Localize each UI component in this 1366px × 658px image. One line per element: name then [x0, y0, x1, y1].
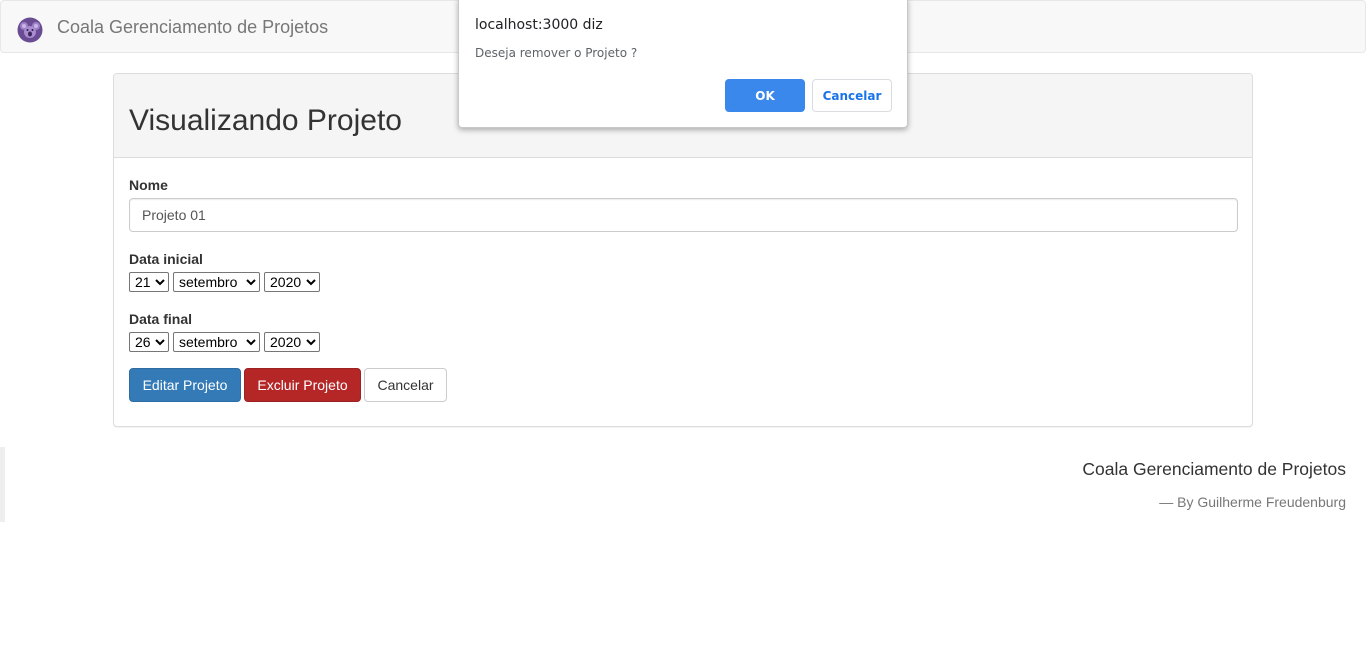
nome-input[interactable]	[129, 198, 1238, 232]
dialog-ok-button[interactable]: OK	[725, 79, 805, 112]
confirm-dialog: localhost:3000 diz Deseja remover o Proj…	[458, 0, 908, 128]
cancel-button[interactable]: Cancelar	[364, 368, 447, 402]
data-final-day-select[interactable]: 26	[129, 332, 169, 352]
data-inicial-year-select[interactable]: 2020	[264, 272, 320, 292]
footer-byline: — By Guilherme Freudenburg	[1159, 494, 1346, 510]
koala-icon[interactable]	[17, 17, 43, 43]
data-inicial-label: Data inicial	[129, 251, 203, 267]
nome-label: Nome	[129, 177, 168, 193]
footer-blockquote-bar	[0, 447, 5, 522]
page-title: Visualizando Projeto	[129, 104, 402, 137]
dialog-cancel-button[interactable]: Cancelar	[812, 79, 892, 112]
dialog-message: Deseja remover o Projeto ?	[475, 46, 638, 60]
data-final-label: Data final	[129, 311, 193, 327]
footer-title: Coala Gerenciamento de Projetos	[1082, 459, 1346, 479]
dialog-title: localhost:3000 diz	[475, 17, 603, 33]
data-inicial-day-select[interactable]: 21	[129, 272, 169, 292]
data-final-month-select[interactable]: setembro	[173, 332, 260, 352]
brand-title[interactable]: Coala Gerenciamento de Projetos	[57, 17, 328, 37]
delete-project-button[interactable]: Excluir Projeto	[244, 368, 361, 402]
edit-project-button[interactable]: Editar Projeto	[129, 368, 241, 402]
data-inicial-month-select[interactable]: setembro	[173, 272, 260, 292]
data-final-year-select[interactable]: 2020	[264, 332, 320, 352]
